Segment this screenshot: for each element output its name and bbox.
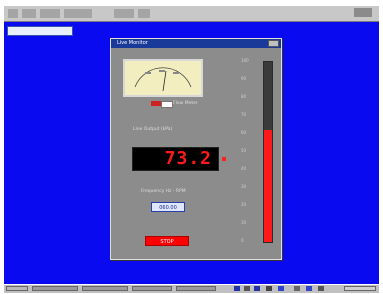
tray-icon[interactable] [254, 286, 260, 291]
meter-section-label: Flow Meter [173, 101, 198, 106]
tray-icon[interactable] [278, 286, 284, 291]
meter-dial [134, 67, 192, 92]
scale-label: 100 [241, 58, 249, 63]
stop-button[interactable]: STOP [145, 236, 189, 246]
menu-item-help[interactable] [138, 9, 150, 18]
menu-item-edit[interactable] [22, 9, 36, 18]
bar-gauge-fill [264, 130, 272, 242]
taskbar-item[interactable] [32, 286, 78, 291]
scale-label: 40 [241, 166, 247, 171]
start-button[interactable] [6, 286, 28, 291]
display-value: 73.2 [164, 148, 212, 169]
dialog-titlebar[interactable]: Live Monitor [111, 39, 281, 48]
scale-label: 70 [241, 112, 247, 117]
display-label: Line Output (kPa) [133, 127, 173, 132]
input-label: Frequency Hz - RPM [141, 189, 186, 194]
monitor-dialog: Live Monitor Flow Meter Line Output (kPa… [110, 38, 282, 260]
menu-item-file[interactable] [8, 9, 18, 18]
scale-label: 60 [241, 130, 247, 135]
scale-label: 90 [241, 76, 247, 81]
scale-label: 50 [241, 148, 247, 153]
scale-label: 0 [241, 238, 244, 243]
frequency-input[interactable]: 060.00 [151, 202, 185, 212]
scale-label: 80 [241, 94, 247, 99]
menu-item-window[interactable] [114, 9, 134, 18]
tray-icon[interactable] [294, 286, 300, 291]
close-icon[interactable] [268, 40, 279, 47]
taskbar [4, 284, 379, 293]
menubar [4, 6, 379, 22]
tray-icon[interactable] [266, 286, 272, 291]
dialog-title: Live Monitor [117, 40, 148, 46]
tray-icon[interactable] [234, 286, 240, 291]
meter-indicator [151, 101, 161, 106]
scale-label: 20 [241, 202, 247, 207]
clock [344, 286, 376, 291]
taskbar-item[interactable] [132, 286, 172, 291]
unit-indicator [222, 157, 226, 161]
menu-item-view[interactable] [40, 9, 60, 18]
scale-label: 10 [241, 220, 247, 225]
bar-gauge [263, 61, 273, 243]
tray-icon[interactable] [318, 286, 324, 291]
window-controls[interactable] [354, 8, 372, 17]
selected-tree-item[interactable] [7, 26, 73, 36]
taskbar-item[interactable] [176, 286, 216, 291]
taskbar-item[interactable] [82, 286, 128, 291]
tray-icon[interactable] [244, 286, 250, 291]
analog-meter [123, 59, 203, 97]
digital-display: 73.2 [132, 147, 226, 171]
scale-label: 30 [241, 184, 247, 189]
menu-item-tools[interactable] [64, 9, 92, 18]
knob-icon[interactable] [161, 101, 173, 108]
tray-icon[interactable] [306, 286, 312, 291]
meter-needle [162, 70, 167, 92]
